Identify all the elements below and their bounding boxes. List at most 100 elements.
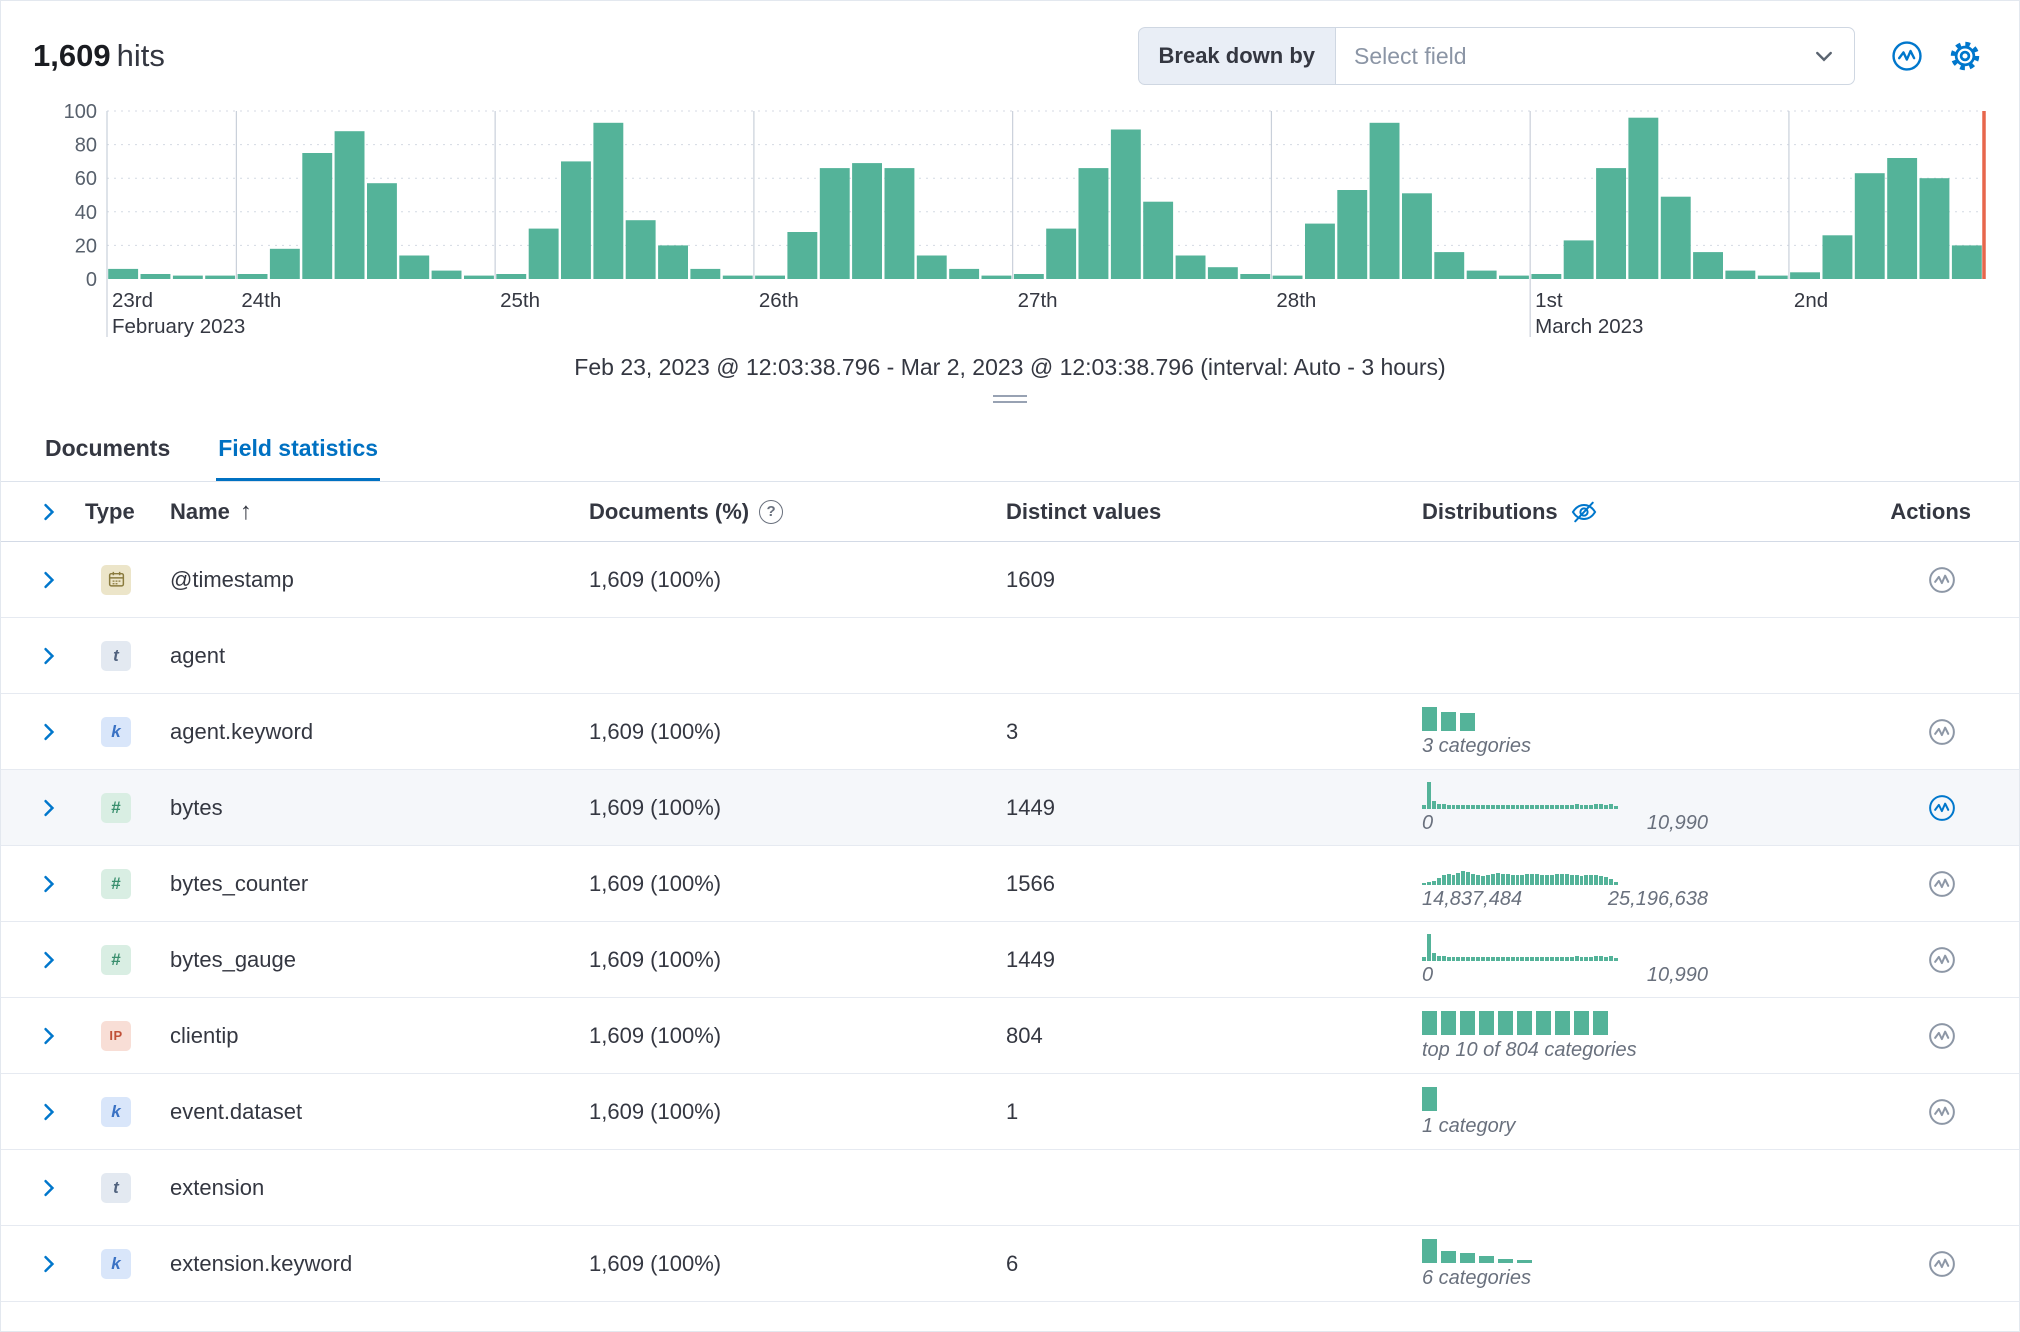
explore-field-button[interactable] [1927, 1097, 1957, 1127]
hits-histogram-chart[interactable]: 02040608010023rdFebruary 202324th25th26t… [33, 101, 1987, 348]
expand-all-button[interactable] [37, 500, 61, 524]
edit-visualization-button[interactable] [1885, 34, 1929, 78]
chart-controls: Break down by Select field [1138, 27, 1987, 85]
svg-text:26th: 26th [759, 289, 799, 312]
histogram-sparkline-bar [1506, 874, 1510, 885]
expand-row-button[interactable] [37, 1176, 61, 1200]
histogram-bar [1273, 276, 1303, 279]
field-distinct-values: 804 [990, 1023, 1406, 1049]
expand-row-button[interactable] [37, 948, 61, 972]
category-bar [1498, 1011, 1513, 1035]
chevron-right-icon [38, 501, 60, 523]
histogram-bar [1046, 229, 1076, 279]
category-bar [1460, 1253, 1475, 1263]
col-header-type: Type [85, 499, 153, 525]
histogram-sparkline-bar [1530, 957, 1534, 961]
histogram-sparkline-bar [1589, 805, 1593, 809]
histogram-sparkline-bar [1584, 805, 1588, 809]
eye-off-icon[interactable] [1570, 498, 1598, 526]
histogram-sparkline-bar [1466, 872, 1470, 885]
explore-field-button[interactable] [1927, 793, 1957, 823]
histogram-sparkline-bar [1471, 874, 1475, 885]
col-header-name[interactable]: Name ↑ [153, 498, 573, 526]
topbar: 1,609hits Break down by Select field [1, 1, 2019, 85]
histogram-bar [561, 161, 591, 279]
histogram-sparkline-bar [1530, 805, 1534, 809]
field-distinct-values: 6 [990, 1251, 1406, 1277]
histogram-sparkline-bar [1486, 805, 1490, 809]
histogram-sparkline-bar [1565, 874, 1569, 885]
histogram-sparkline-bar [1604, 805, 1608, 809]
expand-row-button[interactable] [37, 872, 61, 896]
histogram-bar [1596, 168, 1626, 279]
field-name: extension.keyword [153, 1251, 573, 1277]
category-bar [1536, 1011, 1551, 1035]
expand-row-button[interactable] [37, 1024, 61, 1048]
histogram-sparkline-bar [1466, 957, 1470, 961]
histogram-sparkline-bar [1555, 805, 1559, 809]
histogram-bar [1952, 245, 1982, 279]
field-stats-chart-icon [1927, 565, 1957, 595]
sort-ascending-icon[interactable]: ↑ [240, 498, 252, 526]
histogram-sparkline-bar [1461, 957, 1465, 961]
explore-field-button[interactable] [1927, 945, 1957, 975]
date-field-icon [101, 565, 131, 595]
histogram-bar [1014, 274, 1044, 279]
breakdown-field-select[interactable]: Select field [1335, 27, 1855, 85]
histogram-sparkline-bar [1520, 875, 1524, 885]
histogram-bar [917, 256, 947, 280]
table-row: IPclientip1,609 (100%)804top 10 of 804 c… [1, 998, 2019, 1074]
expand-row-button[interactable] [37, 1100, 61, 1124]
explore-field-button[interactable] [1927, 717, 1957, 747]
top-values-sparkline: top 10 of 804 categories [1422, 1009, 1637, 1062]
histogram-sparkline-bar [1535, 957, 1539, 961]
explore-field-button[interactable] [1927, 1249, 1957, 1279]
histogram-sparkline-bar [1452, 875, 1456, 885]
gear-icon [1947, 38, 1983, 74]
histogram-bar [1143, 202, 1173, 279]
svg-text:100: 100 [64, 101, 97, 123]
tab-documents[interactable]: Documents [43, 415, 172, 481]
histogram-sparkline-bar [1584, 957, 1588, 961]
table-row: #bytes1,609 (100%)1449010,990 [1, 770, 2019, 846]
histogram-sparkline-bar [1516, 805, 1520, 809]
histogram-bar [173, 276, 203, 279]
histogram-sparkline-bar [1442, 875, 1446, 885]
distribution-caption: 1 category [1422, 1115, 1515, 1138]
chart-settings-button[interactable] [1943, 34, 1987, 78]
histogram-sparkline-bar [1516, 875, 1520, 885]
field-name: bytes_gauge [153, 947, 573, 973]
histogram-sparkline-bar [1555, 874, 1559, 885]
histogram-sparkline-bar [1481, 957, 1485, 961]
help-icon[interactable]: ? [759, 500, 783, 524]
expand-row-button[interactable] [37, 720, 61, 744]
expand-row-button[interactable] [37, 796, 61, 820]
histogram-sparkline-bar [1447, 957, 1451, 961]
explore-field-button[interactable] [1927, 565, 1957, 595]
histogram-bar [852, 163, 882, 279]
histogram-sparkline-bar [1565, 805, 1569, 809]
field-name: bytes [153, 795, 573, 821]
view-tabs: Documents Field statistics [1, 415, 2019, 482]
histogram-sparkline-bar [1486, 957, 1490, 961]
histogram-sparkline-bar [1580, 805, 1584, 809]
field-distribution: 010,990 [1406, 933, 1881, 987]
category-bar [1479, 1011, 1494, 1035]
category-bar [1422, 1011, 1437, 1035]
histogram-sparkline-bar [1570, 875, 1574, 885]
histogram-sparkline-bar [1599, 956, 1603, 961]
chart-resize-handle[interactable] [993, 395, 1027, 403]
explore-field-button[interactable] [1927, 1021, 1957, 1051]
category-bar [1593, 1011, 1608, 1035]
table-row: kevent.dataset1,609 (100%)11 category [1, 1074, 2019, 1150]
svg-text:80: 80 [75, 135, 97, 157]
expand-row-button[interactable] [37, 568, 61, 592]
expand-row-button[interactable] [37, 1252, 61, 1276]
histogram-bar [1564, 240, 1594, 279]
explore-field-button[interactable] [1927, 869, 1957, 899]
tab-field-statistics[interactable]: Field statistics [216, 415, 380, 481]
histogram-bar [302, 153, 332, 279]
expand-row-button[interactable] [37, 644, 61, 668]
table-row: textension [1, 1150, 2019, 1226]
field-documents-percent: 1,609 (100%) [573, 1251, 990, 1277]
